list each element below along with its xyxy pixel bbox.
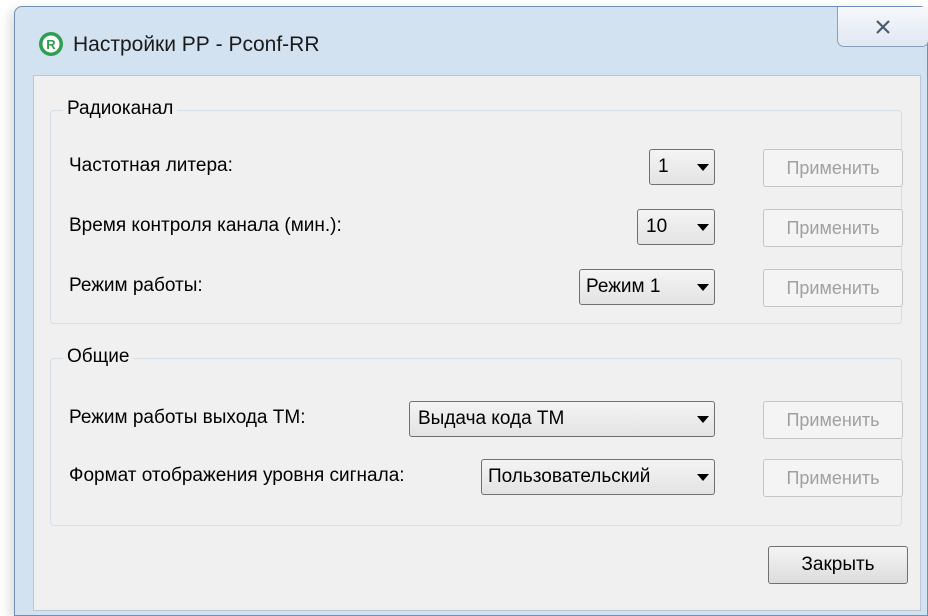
group-general-caption: Общие [63,346,134,368]
frequency-letter-combo[interactable]: 1 [649,149,715,185]
frequency-letter-value: 1 [658,156,669,177]
operating-mode-combo[interactable]: Режим 1 [579,269,715,305]
close-icon [876,19,890,34]
operating-mode-value: Режим 1 [586,276,661,297]
dialog-client-area: Радиоканал Частотная литера: 1 Применить… [33,75,921,611]
apply-frequency-letter-button[interactable]: Применить [763,149,903,187]
apply-channel-control-time-button[interactable]: Применить [763,209,903,247]
apply-signal-level-format-button[interactable]: Применить [763,459,903,497]
group-general: Общие Режим работы выхода ТМ: Выдача код… [50,346,903,526]
app-logo-icon: R [39,32,63,56]
chevron-down-icon [692,283,714,291]
chevron-down-icon [692,473,714,481]
channel-control-time-value: 10 [646,216,668,237]
close-dialog-button[interactable]: Закрыть [768,546,908,584]
channel-control-time-combo[interactable]: 10 [637,209,715,245]
window-close-button[interactable] [837,7,928,47]
channel-control-time-label: Время контроля канала (мин.): [69,215,342,236]
group-radio-channel: Радиоканал Частотная литера: 1 Применить… [50,98,903,324]
frequency-letter-label: Частотная литера: [69,155,233,176]
dialog-window: R Настройки РР - Pconf-RR Радиоканал Час… [14,6,928,616]
chevron-down-icon [692,415,714,423]
tm-output-mode-label: Режим работы выхода ТМ: [69,407,306,428]
operating-mode-label: Режим работы: [69,275,203,296]
svg-text:R: R [46,37,56,52]
tm-output-mode-value: Выдача кода ТМ [418,408,565,429]
apply-operating-mode-button[interactable]: Применить [763,269,903,307]
chevron-down-icon [692,163,714,171]
tm-output-mode-combo[interactable]: Выдача кода ТМ [409,401,715,437]
signal-level-format-value: Пользовательский [488,466,651,487]
signal-level-format-combo[interactable]: Пользовательский [481,459,715,495]
chevron-down-icon [692,223,714,231]
group-radio-channel-caption: Радиоканал [63,98,178,120]
signal-level-format-label: Формат отображения уровня сигнала: [69,465,405,486]
apply-tm-output-mode-button[interactable]: Применить [763,401,903,439]
window-title: Настройки РР - Pconf-RR [73,33,320,56]
